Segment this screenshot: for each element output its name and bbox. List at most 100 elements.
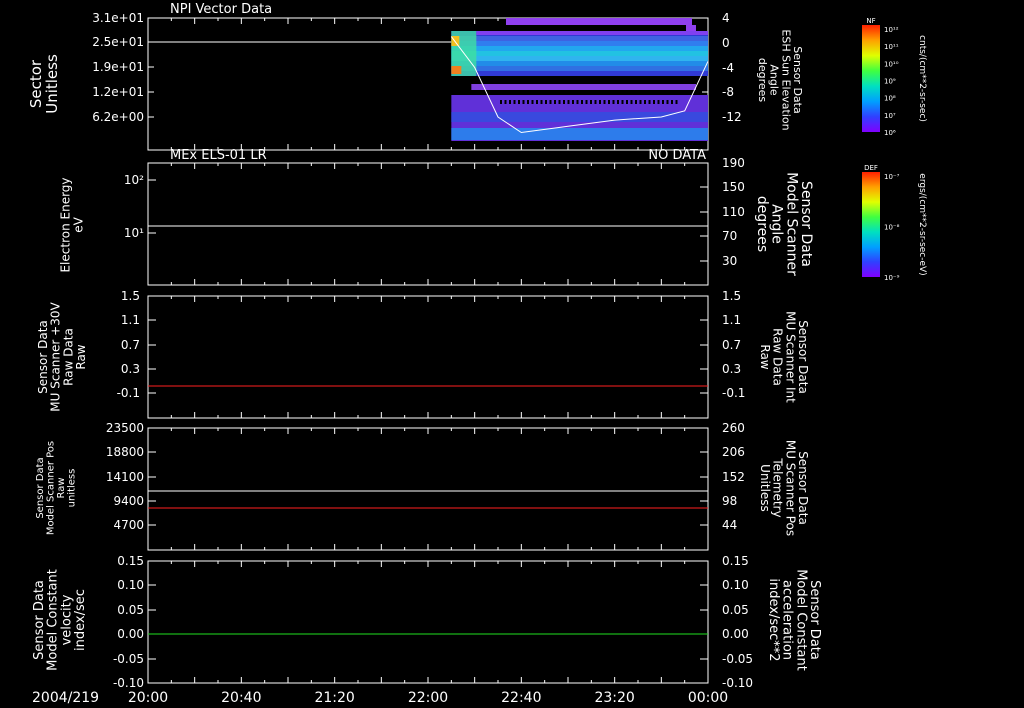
colorbar-tick: 10⁷ xyxy=(884,112,896,120)
y-axis-label-right-line: Raw xyxy=(758,344,772,369)
right-tick-label: 0.05 xyxy=(722,603,749,617)
right-tick-label: -8 xyxy=(722,85,734,99)
x-tick-label: 20:40 xyxy=(221,690,261,706)
colorbar-tick: 10¹⁰ xyxy=(884,60,899,68)
heatmap-gap xyxy=(572,100,574,104)
right-tick-label: 206 xyxy=(722,445,745,459)
y-axis-label-right-line: Angle xyxy=(769,204,785,244)
heatmap-gap xyxy=(563,100,565,104)
left-tick-label: 1.2e+01 xyxy=(92,85,144,99)
right-tick-label: 110 xyxy=(722,205,745,219)
right-tick-label: -4 xyxy=(722,61,734,75)
right-tick-label: 0.3 xyxy=(722,362,741,376)
right-tick-label: 98 xyxy=(722,494,737,508)
left-tick-label: -0.1 xyxy=(117,386,140,400)
heatmap-gap xyxy=(513,100,516,104)
panel-frame xyxy=(147,295,709,419)
panel-frame xyxy=(147,427,709,551)
heatmap-band xyxy=(471,84,696,90)
colorbar-gradient xyxy=(862,25,880,132)
right-tick-label: 150 xyxy=(722,180,745,194)
heatmap-gap xyxy=(671,100,673,104)
heatmap-gap xyxy=(635,100,637,104)
heatmap-band xyxy=(451,71,708,76)
right-tick-label: 0.10 xyxy=(722,578,749,592)
heatmap-gap xyxy=(639,100,642,104)
x-tick-label: 23:20 xyxy=(594,690,634,706)
heatmap-gap xyxy=(599,100,601,104)
colorbar-nf xyxy=(862,25,880,132)
right-tick-label: 30 xyxy=(722,254,737,268)
panel-frame xyxy=(147,162,709,286)
heatmap-gap xyxy=(531,100,534,104)
heatmap-gap xyxy=(657,100,660,104)
heatmap-gap xyxy=(576,100,579,104)
right-tick-label: -0.05 xyxy=(722,652,753,666)
left-tick-label: 0.3 xyxy=(121,362,140,376)
left-tick-label: 1.5 xyxy=(121,289,140,303)
colorbar-title: NF xyxy=(866,17,875,25)
right-tick-label: 190 xyxy=(722,156,745,170)
colorbar-tick: 10⁸ xyxy=(884,95,896,103)
y-axis-label-right: Sensor DataMU Scanner PosTelemetryUnitle… xyxy=(758,440,810,536)
x-tick-label: 20:00 xyxy=(128,690,168,706)
right-tick-label: 260 xyxy=(722,421,745,435)
heatmap-band xyxy=(451,51,708,56)
heatmap-gap xyxy=(536,100,538,104)
right-tick-label: 1.5 xyxy=(722,289,741,303)
colorbar-units: cnts/(cm**2-sr-sec) xyxy=(917,35,927,122)
no-data-label: NO DATA xyxy=(648,148,706,163)
left-tick-label: 0.7 xyxy=(121,338,140,352)
y-axis-label-right: Sensor DataModel ScannerAngledegrees xyxy=(754,172,814,276)
heatmap-hot xyxy=(451,66,462,74)
heatmap-gap xyxy=(504,100,507,104)
right-tick-label: -0.1 xyxy=(722,386,745,400)
y-axis-label-right-line: Model Scanner xyxy=(783,172,799,276)
heatmap-gap xyxy=(675,100,678,104)
heatmap-band xyxy=(686,25,696,31)
left-tick-label: 0.15 xyxy=(117,554,144,568)
left-tick-label: 0.10 xyxy=(117,578,144,592)
y-axis-label-right: Sensor DataMU Scanner IntRaw DataRaw xyxy=(758,311,810,403)
left-tick-label: 10¹ xyxy=(124,226,144,240)
colorbar-tick: 10⁻⁸ xyxy=(884,224,900,232)
heatmap-gap xyxy=(509,100,511,104)
date-label: 2004/219 xyxy=(32,690,99,706)
y-axis-label-left-line: Unitless xyxy=(43,54,61,114)
heatmap-band xyxy=(451,36,708,41)
heatmap-gap xyxy=(545,100,547,104)
right-tick-label: 0.7 xyxy=(722,338,741,352)
colorbar-units: ergs/(cm**2-sr-sec-eV) xyxy=(917,173,927,275)
heatmap-band xyxy=(451,128,708,140)
panel-frame xyxy=(147,560,709,684)
x-tick-label: 22:00 xyxy=(408,690,448,706)
heatmap-band xyxy=(451,46,708,51)
heatmap-band xyxy=(451,41,708,46)
right-tick-label: 1.1 xyxy=(722,313,741,327)
y-axis-label-left: SectorUnitless xyxy=(27,54,61,114)
colorbar-tick: 10¹² xyxy=(884,26,899,34)
heatmap-gap xyxy=(621,100,624,104)
heatmap-gap xyxy=(662,100,664,104)
y-axis-label-left-line: Raw xyxy=(56,477,67,498)
right-tick-label: 152 xyxy=(722,470,745,484)
heatmap-gap xyxy=(644,100,646,104)
y-axis-label-right: Sensor DataModel Constantaccelerationind… xyxy=(766,569,822,671)
heatmap-band xyxy=(476,31,708,35)
heatmap-gap xyxy=(581,100,583,104)
heatmap-gap xyxy=(549,100,552,104)
left-tick-label: 23500 xyxy=(106,421,144,435)
heatmap-gap xyxy=(590,100,592,104)
heatmap-band xyxy=(451,61,708,66)
left-tick-label: 1.9e+01 xyxy=(92,60,144,74)
panel-title: NPI Vector Data xyxy=(170,2,272,17)
y-axis-label-left: Sensor DataMU Scanner +30VRaw DataRaw xyxy=(36,302,88,412)
left-tick-label: 10² xyxy=(124,173,144,187)
right-tick-label: 0.15 xyxy=(722,554,749,568)
heatmap-gap xyxy=(540,100,543,104)
y-axis-label-left: Sensor DataModel Constantvelocityindex/s… xyxy=(32,569,88,671)
heatmap-gap xyxy=(608,100,610,104)
heatmap-gap xyxy=(527,100,529,104)
right-tick-label: -0.10 xyxy=(722,676,753,690)
right-tick-label: 0 xyxy=(722,36,730,50)
